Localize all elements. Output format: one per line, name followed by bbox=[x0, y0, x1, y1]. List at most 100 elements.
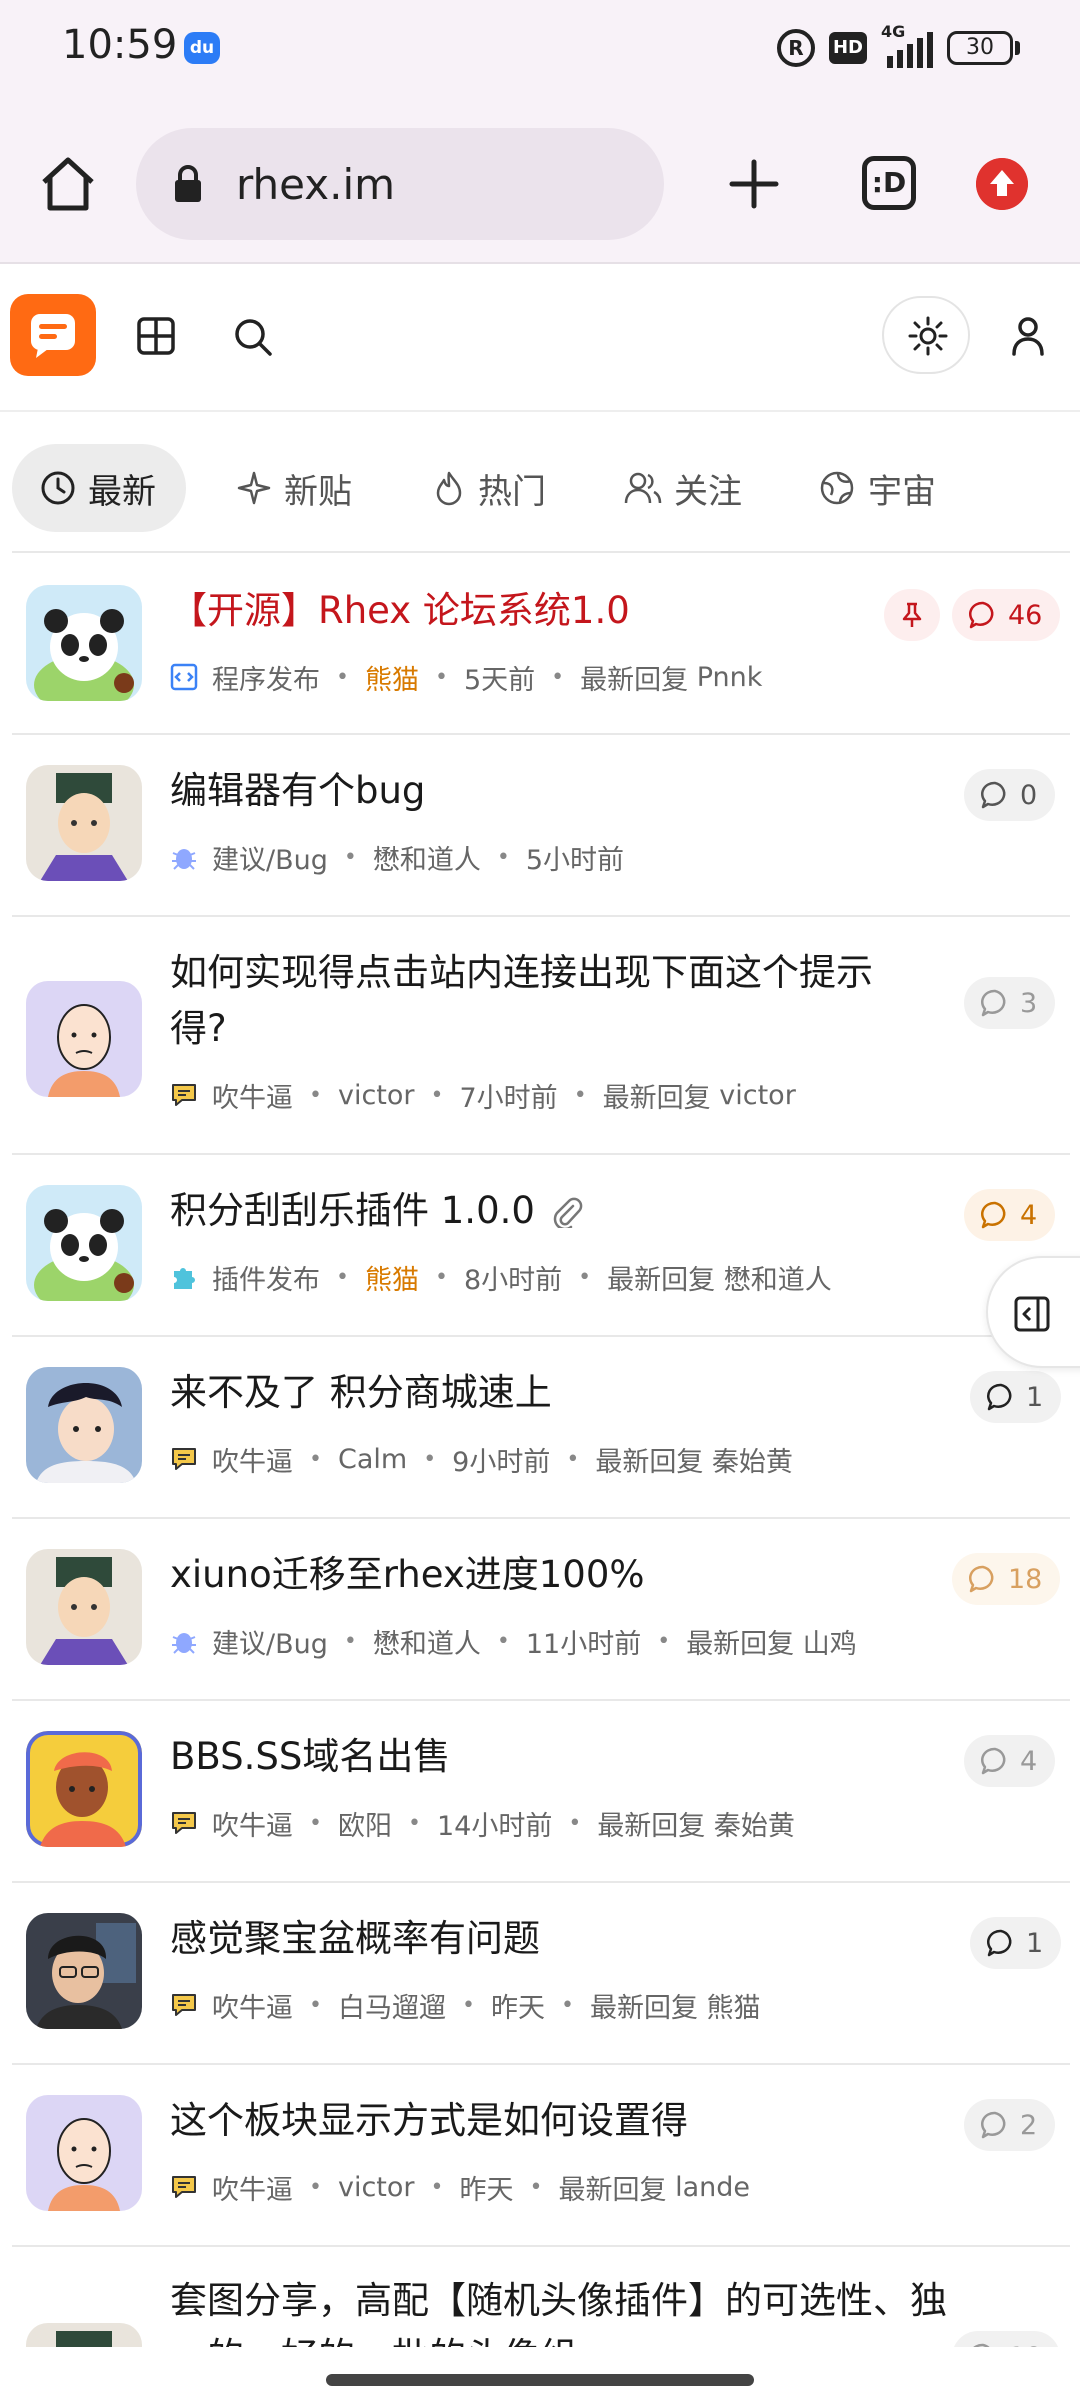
avatar-taoist[interactable] bbox=[26, 1549, 142, 1665]
post-title[interactable]: BBS.SS域名出售 bbox=[170, 1729, 920, 1785]
category-label[interactable]: 程序发布 bbox=[212, 658, 320, 697]
post-title[interactable]: 这个板块显示方式是如何设置得 bbox=[170, 2093, 920, 2149]
post-item[interactable]: 来不及了 积分商城速上 吹牛逼 • Calm • 9小时前 • 最新回复 秦始黄… bbox=[12, 1337, 1070, 1519]
tab-following[interactable]: 关注 bbox=[624, 444, 742, 532]
author-name[interactable]: victor bbox=[338, 1080, 415, 1111]
avatar-taoist[interactable] bbox=[26, 2323, 142, 2347]
puzzle-icon bbox=[174, 1268, 195, 1289]
avatar-panda[interactable] bbox=[26, 585, 142, 701]
site-logo[interactable] bbox=[10, 294, 96, 376]
comment-count-badge[interactable]: 1 bbox=[970, 1917, 1062, 1969]
comment-icon bbox=[980, 1201, 1006, 1229]
comment-count: 10 bbox=[1008, 2342, 1042, 2348]
last-reply-label: 最新回复 bbox=[597, 1810, 706, 1842]
avatar-taoist[interactable] bbox=[26, 765, 142, 881]
author-name[interactable]: 白马遛遛 bbox=[338, 1986, 446, 2025]
last-reply-user[interactable]: 山鸡 bbox=[803, 1622, 857, 1661]
last-reply-label: 最新回复 bbox=[580, 664, 689, 696]
post-title[interactable]: xiuno迁移至rhex进度100% bbox=[170, 1547, 920, 1603]
category-label[interactable]: 建议/Bug bbox=[212, 838, 328, 877]
update-icon[interactable] bbox=[976, 158, 1028, 210]
status-bar: 10:59 du R HD 4G 30 bbox=[0, 0, 1080, 100]
post-meta: 插件发布 • 熊猫 • 8小时前 • 最新回复 懋和道人 bbox=[170, 1257, 832, 1297]
post-item[interactable]: xiuno迁移至rhex进度100% 建议/Bug • 懋和道人 • 11小时前… bbox=[12, 1519, 1070, 1701]
last-reply-user[interactable]: 秦始黄 bbox=[714, 1804, 795, 1843]
author-name[interactable]: 熊猫 bbox=[365, 658, 419, 697]
address-bar[interactable]: rhex.im bbox=[136, 128, 664, 240]
post-item[interactable]: 【开源】Rhex 论坛系统1.0 程序发布 • 熊猫 • 5天前 • 最新回复 … bbox=[12, 553, 1070, 735]
comment-count: 2 bbox=[1020, 2109, 1038, 2141]
category-label[interactable]: 插件发布 bbox=[212, 1258, 320, 1297]
comment-count-badge[interactable]: 2 bbox=[964, 2099, 1056, 2151]
post-meta: 建议/Bug • 懋和道人 • 5小时前 bbox=[170, 837, 624, 877]
home-icon[interactable] bbox=[36, 152, 100, 216]
author-name[interactable]: 懋和道人 bbox=[373, 1622, 481, 1661]
comment-count-badge[interactable]: 46 bbox=[952, 589, 1061, 641]
gesture-handle[interactable] bbox=[326, 2374, 754, 2386]
tab-universe[interactable]: 宇宙 bbox=[818, 444, 936, 532]
avatar-victor[interactable] bbox=[26, 2095, 142, 2211]
last-reply-user[interactable]: 熊猫 bbox=[707, 1986, 761, 2025]
avatar-panda[interactable] bbox=[26, 1185, 142, 1301]
comment-count-badge[interactable]: 18 bbox=[952, 1553, 1061, 1605]
post-title[interactable]: 套图分享，高配【随机头像插件】的可选性、独一的，好的一批的头像组 bbox=[170, 2273, 950, 2347]
author-name[interactable]: 欧阳 bbox=[338, 1804, 392, 1843]
comment-icon bbox=[986, 1929, 1012, 1957]
tab-label: 最新 bbox=[88, 471, 156, 512]
post-item[interactable]: 这个板块显示方式是如何设置得 吹牛逼 • victor • 昨天 • 最新回复 … bbox=[12, 2065, 1070, 2247]
post-item[interactable]: 感觉聚宝盆概率有问题 吹牛逼 • 白马遛遛 • 昨天 • 最新回复 熊猫 1 bbox=[12, 1883, 1070, 2065]
post-item[interactable]: 积分刮刮乐插件 1.0.0 插件发布 • 熊猫 • 8小时前 • 最新回复 懋和… bbox=[12, 1155, 1070, 1337]
post-item[interactable]: 套图分享，高配【随机头像插件】的可选性、独一的，好的一批的头像组 10 bbox=[12, 2247, 1070, 2347]
new-tab-icon[interactable] bbox=[722, 152, 786, 216]
search-icon[interactable] bbox=[232, 316, 274, 358]
category-label[interactable]: 吹牛逼 bbox=[212, 1440, 293, 1479]
category-label[interactable]: 建议/Bug bbox=[212, 1622, 328, 1661]
last-reply-user[interactable]: lande bbox=[675, 2172, 750, 2203]
post-title[interactable]: 积分刮刮乐插件 1.0.0 bbox=[170, 1183, 583, 1239]
post-title[interactable]: 来不及了 积分商城速上 bbox=[170, 1365, 920, 1421]
comment-count: 4 bbox=[1020, 1199, 1038, 1231]
last-reply-user[interactable]: Pnnk bbox=[697, 662, 763, 693]
last-reply-user[interactable]: 秦始黄 bbox=[712, 1440, 793, 1479]
post-title[interactable]: 编辑器有个bug bbox=[170, 763, 920, 819]
category-label[interactable]: 吹牛逼 bbox=[212, 1804, 293, 1843]
author-name[interactable]: victor bbox=[338, 2172, 415, 2203]
browser-toolbar: rhex.im :D bbox=[0, 100, 1080, 264]
category-label[interactable]: 吹牛逼 bbox=[212, 1076, 293, 1115]
comment-count-badge[interactable]: 4 bbox=[964, 1735, 1056, 1787]
post-item[interactable]: 编辑器有个bug 建议/Bug • 懋和道人 • 5小时前 0 bbox=[12, 735, 1070, 917]
comment-count-badge[interactable]: 1 bbox=[970, 1371, 1062, 1423]
grid-icon[interactable] bbox=[136, 316, 176, 356]
post-time: 14小时前 bbox=[436, 1810, 553, 1842]
author-name[interactable]: 懋和道人 bbox=[373, 838, 481, 877]
comment-count-badge[interactable]: 0 bbox=[964, 769, 1056, 821]
comment-count-badge[interactable]: 3 bbox=[964, 977, 1056, 1029]
tab-latest[interactable]: 最新 bbox=[12, 444, 186, 532]
avatar-calm[interactable] bbox=[26, 1367, 142, 1483]
theme-toggle-button[interactable] bbox=[882, 296, 970, 374]
avatar-ouyang[interactable] bbox=[26, 1731, 142, 1847]
tab-switcher-button[interactable]: :D bbox=[862, 156, 916, 210]
last-reply-user[interactable]: 懋和道人 bbox=[724, 1258, 832, 1297]
comment-count-badge[interactable]: 4 bbox=[964, 1189, 1056, 1241]
author-name[interactable]: Calm bbox=[338, 1444, 407, 1475]
author-name[interactable]: 熊猫 bbox=[365, 1258, 419, 1297]
post-title[interactable]: 【开源】Rhex 论坛系统1.0 bbox=[170, 583, 920, 639]
comment-count-badge[interactable]: 10 bbox=[952, 2331, 1061, 2348]
last-reply-user[interactable]: victor bbox=[719, 1080, 796, 1111]
user-icon[interactable] bbox=[1006, 314, 1050, 358]
pin-icon bbox=[902, 602, 922, 627]
post-item[interactable]: 如何实现得点击站内连接出现下面这个提示得? 吹牛逼 • victor • 7小时… bbox=[12, 917, 1070, 1155]
category-label[interactable]: 吹牛逼 bbox=[212, 1986, 293, 2025]
post-item[interactable]: BBS.SS域名出售 吹牛逼 • 欧阳 • 14小时前 • 最新回复 秦始黄 4 bbox=[12, 1701, 1070, 1883]
tab-new[interactable]: 新贴 bbox=[236, 444, 352, 532]
tab-hot[interactable]: 热门 bbox=[432, 444, 546, 532]
comment-icon bbox=[968, 1565, 994, 1593]
category-label[interactable]: 吹牛逼 bbox=[212, 2168, 293, 2207]
flame-icon bbox=[436, 471, 462, 506]
post-title[interactable]: 感觉聚宝盆概率有问题 bbox=[170, 1911, 920, 1967]
bug-icon bbox=[172, 849, 196, 870]
avatar-baima[interactable] bbox=[26, 1913, 142, 2029]
avatar-victor[interactable] bbox=[26, 981, 142, 1097]
post-title[interactable]: 如何实现得点击站内连接出现下面这个提示得? bbox=[170, 945, 920, 1057]
